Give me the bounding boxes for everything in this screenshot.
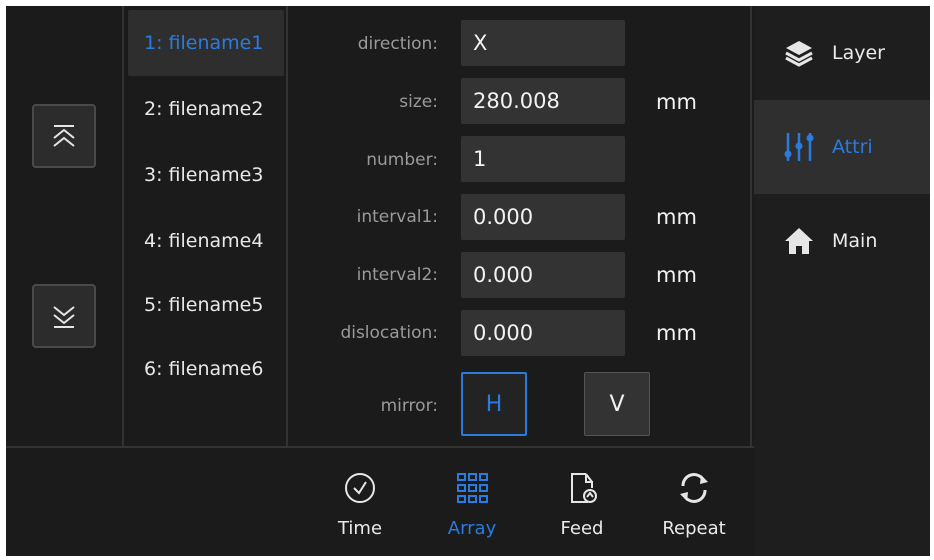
- clock-icon: [315, 466, 405, 510]
- file-item-6[interactable]: 6: filename6: [128, 336, 284, 402]
- side-item-attri[interactable]: Attri: [754, 100, 930, 194]
- dislocation-unit: mm: [656, 321, 697, 345]
- interval1-field[interactable]: 0.000: [461, 194, 625, 240]
- side-item-main[interactable]: Main: [754, 194, 930, 288]
- number-field[interactable]: 1: [461, 136, 625, 182]
- mirror-label: mirror:: [380, 396, 438, 416]
- file-item-1[interactable]: 1: filename1: [128, 10, 284, 76]
- file-label: 6: filename6: [144, 358, 264, 380]
- file-item-3[interactable]: 3: filename3: [128, 142, 284, 208]
- interval2-field[interactable]: 0.000: [461, 252, 625, 298]
- dislocation-field[interactable]: 0.000: [461, 310, 625, 356]
- side-item-layer[interactable]: Layer: [754, 6, 930, 100]
- mirror-v-button[interactable]: V: [584, 372, 650, 436]
- file-label: 3: filename3: [144, 164, 264, 186]
- scroll-bottom-button[interactable]: [32, 284, 96, 348]
- tool-repeat[interactable]: Repeat: [649, 466, 739, 539]
- side-menu: Layer Attri Main: [754, 6, 930, 556]
- interval2-label: interval2:: [356, 265, 438, 285]
- interval1-label: interval1:: [356, 207, 438, 227]
- array-attribute-panel: direction: X size: 280.008 mm number: 1 …: [290, 6, 752, 446]
- double-chevron-up-icon: [53, 125, 75, 147]
- bottom-toolbar: Time Array Feed Repeat: [6, 446, 754, 556]
- file-label: 5: filename5: [144, 294, 264, 316]
- mirror-h-button[interactable]: H: [461, 372, 527, 436]
- file-upload-icon: [537, 466, 627, 510]
- tool-label: Repeat: [662, 518, 726, 539]
- size-label: size:: [399, 92, 438, 112]
- tool-label: Time: [337, 518, 383, 539]
- side-item-label: Main: [832, 230, 878, 252]
- side-item-label: Layer: [832, 42, 885, 64]
- device-screen: 1: filename1 2: filename2 3: filename3 4…: [6, 6, 930, 556]
- file-list: 1: filename1 2: filename2 3: filename3 4…: [126, 6, 288, 446]
- dislocation-label: dislocation:: [340, 323, 438, 343]
- direction-label: direction:: [357, 34, 438, 54]
- direction-field[interactable]: X: [461, 20, 625, 66]
- layers-icon: [780, 34, 818, 72]
- scroll-column: [6, 6, 124, 446]
- file-label: 1: filename1: [144, 32, 264, 54]
- file-label: 4: filename4: [144, 230, 264, 252]
- file-item-4[interactable]: 4: filename4: [128, 208, 284, 274]
- size-unit: mm: [656, 90, 697, 114]
- size-field[interactable]: 280.008: [461, 78, 625, 124]
- double-chevron-down-icon: [53, 306, 75, 328]
- grid-icon: [427, 466, 517, 510]
- interval1-unit: mm: [656, 205, 697, 229]
- repeat-icon: [649, 466, 739, 510]
- side-item-label: Attri: [832, 136, 873, 158]
- file-item-5[interactable]: 5: filename5: [128, 272, 284, 338]
- sliders-icon: [780, 128, 818, 166]
- tool-time[interactable]: Time: [315, 466, 405, 539]
- tool-array[interactable]: Array: [427, 466, 517, 539]
- file-item-2[interactable]: 2: filename2: [128, 76, 284, 142]
- home-icon: [780, 222, 818, 260]
- number-label: number:: [366, 150, 438, 170]
- file-label: 2: filename2: [144, 98, 264, 120]
- interval2-unit: mm: [656, 263, 697, 287]
- tool-label: Feed: [560, 518, 604, 539]
- tool-label: Array: [447, 518, 497, 539]
- scroll-top-button[interactable]: [32, 104, 96, 168]
- tool-feed[interactable]: Feed: [537, 466, 627, 539]
